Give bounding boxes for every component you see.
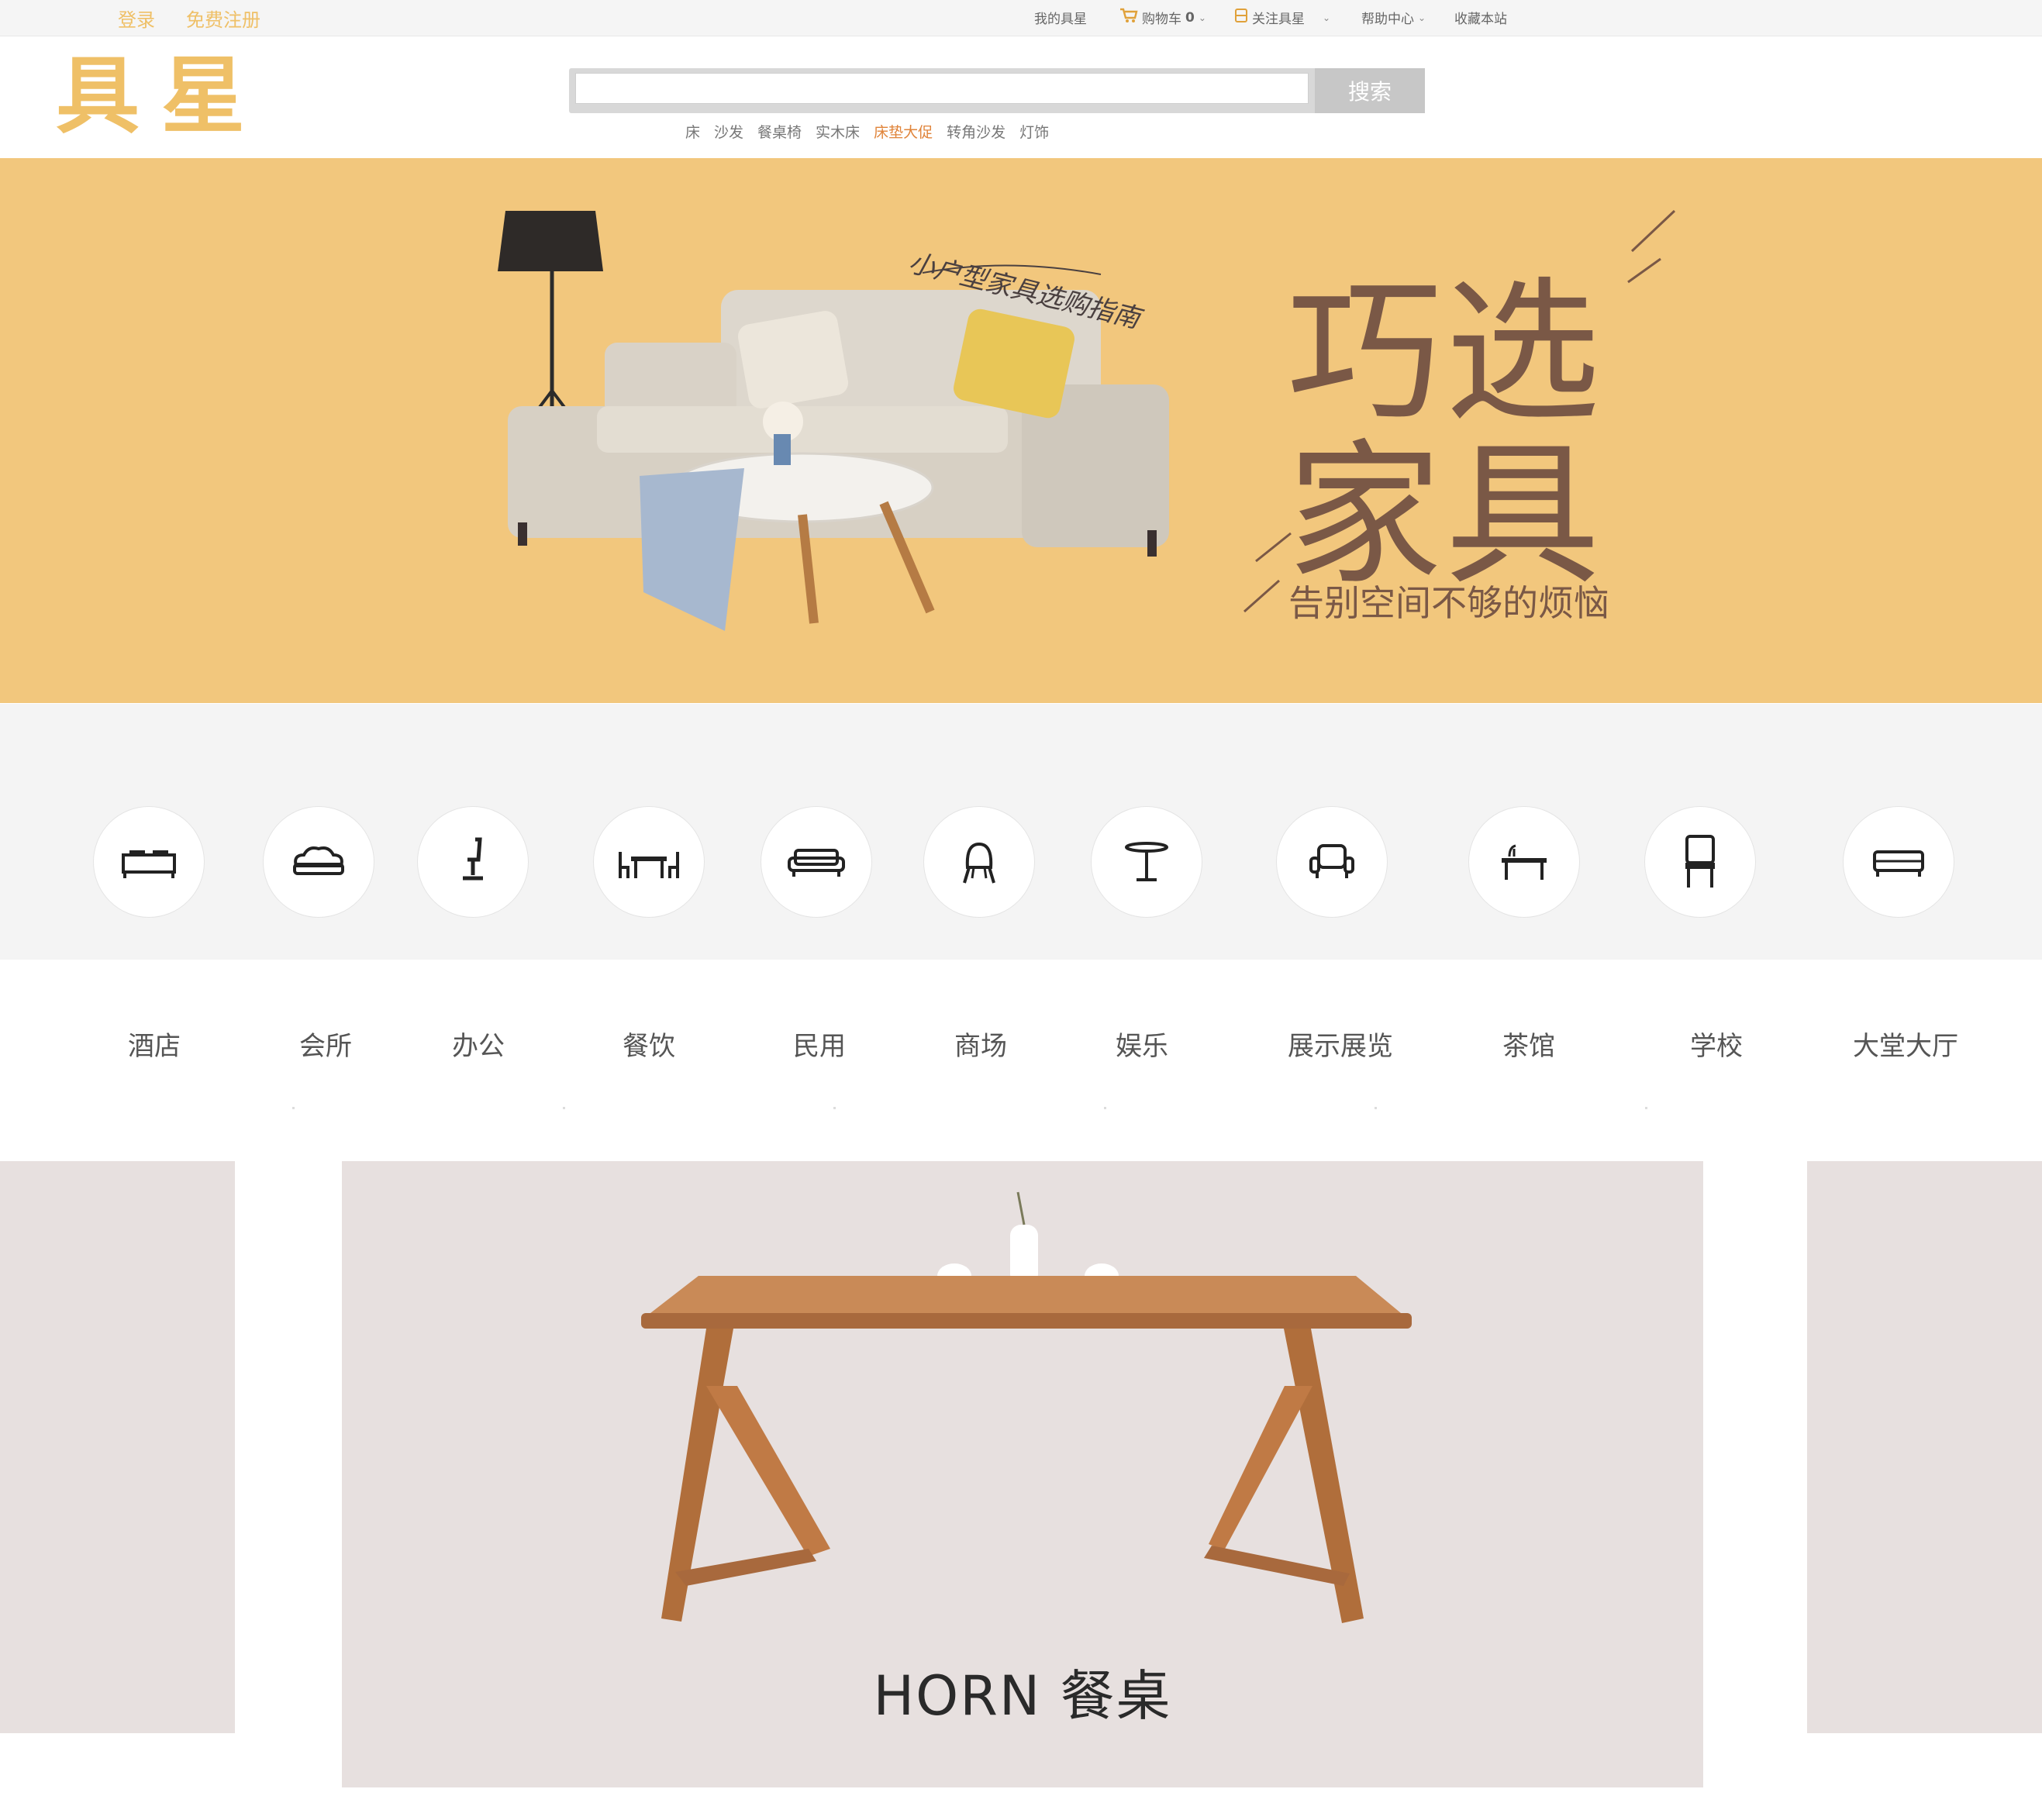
scene-label-teahouse[interactable]: 茶馆: [1502, 1025, 1555, 1063]
search-button[interactable]: 搜索: [1315, 68, 1425, 113]
hot-word[interactable]: 沙发: [714, 121, 743, 142]
chevron-down-icon: ⌄: [1198, 12, 1206, 23]
scene-label-hotel[interactable]: 酒店: [128, 1025, 181, 1063]
my-account-label: 我的具星: [1034, 12, 1087, 27]
banner-artwork: 小户型家具选购指南 巧选 家具 告别空间不够的烦恼: [498, 209, 1676, 631]
category-round-table[interactable]: [1091, 806, 1202, 918]
bookmark-link[interactable]: 收藏本站: [1454, 8, 1507, 27]
follow-link[interactable]: 关注具星 ⌄: [1234, 8, 1330, 27]
my-account-link[interactable]: 我的具星: [1034, 8, 1087, 27]
category-armchair[interactable]: [1276, 806, 1388, 918]
hot-word[interactable]: 床: [685, 121, 700, 142]
scene-label-office[interactable]: 办公: [452, 1025, 505, 1063]
category-loveseat[interactable]: [1843, 806, 1954, 918]
product-title: HORN 餐桌: [873, 1664, 1172, 1728]
scene-label-school[interactable]: 学校: [1690, 1025, 1743, 1063]
category-couch[interactable]: [761, 806, 872, 918]
help-center-link[interactable]: 帮助中心 ⌄: [1361, 8, 1426, 27]
scene-label-dining[interactable]: 餐饮: [623, 1025, 675, 1063]
category-icons-band: [0, 704, 2042, 960]
chevron-down-icon: ⌄: [1323, 12, 1331, 23]
category-dining-set[interactable]: [593, 806, 705, 918]
help-center-label: 帮助中心: [1361, 12, 1414, 27]
office-chair-icon: [463, 837, 483, 881]
hot-search-words: 床 沙发 餐桌椅 实木床 床垫大促 转角沙发 灯饰: [685, 121, 1049, 142]
product-slide[interactable]: HORN 餐桌: [342, 1161, 1703, 1787]
hot-word-highlighted[interactable]: 床垫大促: [874, 121, 933, 142]
follow-label: 关注具星: [1252, 12, 1305, 27]
category-bed[interactable]: [93, 806, 205, 918]
banner-subtitle: 告别空间不够的烦恼: [1288, 582, 1609, 624]
divider-dot: [833, 1107, 836, 1109]
scene-label-club[interactable]: 会所: [299, 1025, 352, 1063]
scene-label-residential[interactable]: 民用: [793, 1025, 846, 1063]
login-link[interactable]: 登录: [118, 5, 155, 32]
sofa-icon: [293, 846, 344, 875]
carousel-prev-slide[interactable]: [0, 1161, 235, 1733]
loveseat-icon: [1873, 850, 1924, 877]
round-table-icon: [1125, 842, 1168, 881]
hot-word[interactable]: 实木床: [816, 121, 860, 142]
top-bar: 登录 免费注册 我的具星 购物车 0 ⌄ 关注具星 ⌄ 帮助中心 ⌄ 收藏本站: [0, 0, 2042, 36]
search-bar: 搜索: [569, 68, 1425, 113]
cart-count: 0: [1185, 9, 1195, 26]
cart-link[interactable]: 购物车 0 ⌄: [1119, 8, 1206, 27]
carousel-next-slide[interactable]: [1807, 1161, 2042, 1733]
couch-icon: [788, 849, 845, 877]
category-sofa[interactable]: [263, 806, 374, 918]
banner-headline-1: 巧选: [1287, 263, 1603, 443]
bed-icon: [122, 850, 176, 878]
site-logo[interactable]: 具星: [56, 54, 267, 138]
tea-table-icon: [1502, 844, 1547, 880]
dining-set-icon: [619, 852, 679, 878]
scene-label-entertainment[interactable]: 娱乐: [1116, 1025, 1168, 1063]
search-input[interactable]: [575, 73, 1309, 104]
divider-dot: [1375, 1107, 1377, 1109]
hot-word[interactable]: 餐桌椅: [757, 121, 802, 142]
chevron-down-icon: ⌄: [1418, 12, 1426, 23]
cart-icon: [1119, 8, 1138, 27]
banner-headline-2: 家具: [1287, 426, 1603, 606]
hero-banner[interactable]: 小户型家具选购指南 巧选 家具 告别空间不够的烦恼: [0, 158, 2042, 703]
register-link[interactable]: 免费注册: [186, 5, 260, 32]
category-tea-table[interactable]: [1468, 806, 1580, 918]
scene-label-exhibition[interactable]: 展示展览: [1288, 1025, 1393, 1063]
bookmark-label: 收藏本站: [1454, 12, 1507, 27]
category-shell-chair[interactable]: [923, 806, 1035, 918]
shell-chair-icon: [963, 842, 995, 884]
hot-word[interactable]: 转角沙发: [947, 121, 1005, 142]
scene-label-mall[interactable]: 商场: [954, 1025, 1007, 1063]
armchair-icon: [1309, 844, 1354, 878]
category-chair[interactable]: [1644, 806, 1756, 918]
category-office-chair[interactable]: [417, 806, 529, 918]
divider-dot: [563, 1107, 565, 1109]
scene-label-lobby[interactable]: 大堂大厅: [1853, 1025, 1958, 1063]
cart-label: 购物车: [1142, 12, 1181, 27]
divider-dot: [1104, 1107, 1106, 1109]
divider-dot: [1645, 1107, 1647, 1109]
follow-icon: [1234, 8, 1248, 27]
chair-icon: [1685, 835, 1715, 888]
divider-dot: [292, 1107, 295, 1109]
hot-word[interactable]: 灯饰: [1019, 121, 1049, 142]
